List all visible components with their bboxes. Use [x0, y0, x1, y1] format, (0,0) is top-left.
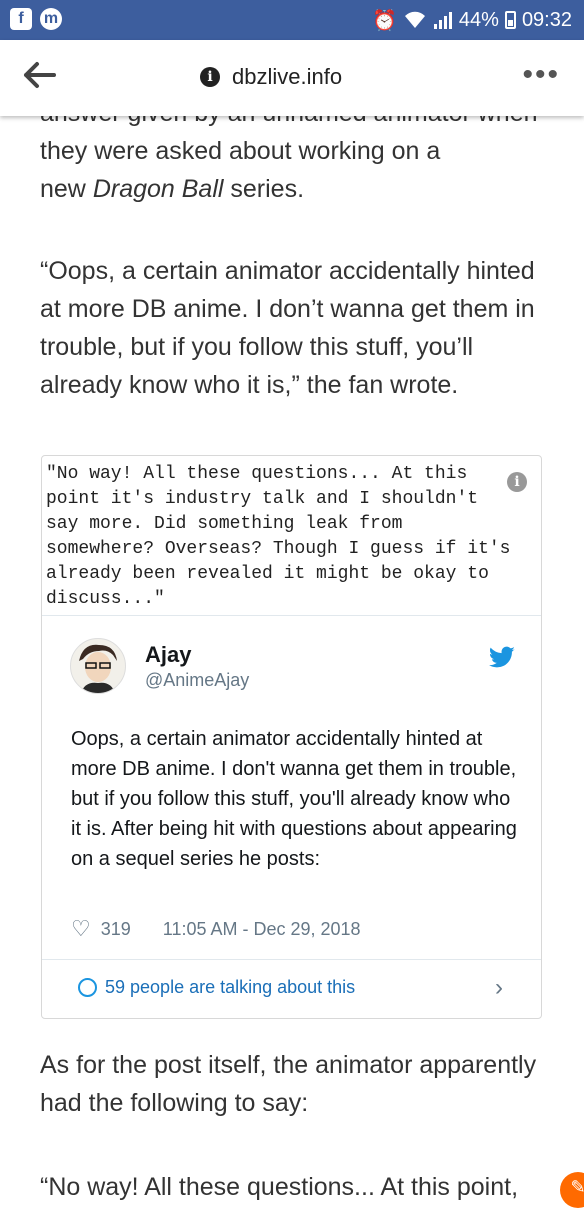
url-display[interactable]: i dbzlive.info [200, 64, 342, 90]
system-icons: ⏰ 44% 09:32 [372, 0, 572, 40]
tweet-author-handle[interactable]: @AnimeAjay [145, 670, 249, 691]
messenger-icon: m [40, 8, 62, 30]
p1-italic-title: Dragon Ball [92, 175, 224, 203]
avatar[interactable] [70, 638, 126, 694]
tweet-conversation-link[interactable]: 59 people are talking about this [78, 977, 355, 998]
article-body: answer given by an unnamed animator when… [0, 116, 584, 1200]
p1-line2-post: series. [223, 175, 305, 203]
tweet-author-name[interactable]: Ajay [145, 642, 191, 668]
article-paragraph-1: they were asked about working on a new D… [40, 132, 550, 208]
article-paragraph-cut: answer given by an unnamed animator when [40, 116, 550, 132]
wifi-icon [404, 11, 425, 29]
status-bar: f m ⏰ 44% 09:32 [0, 0, 584, 40]
tweet-timestamp[interactable]: 11:05 AM - Dec 29, 2018 [163, 919, 361, 940]
heart-icon[interactable]: ♡ [71, 916, 91, 942]
floating-action-icon[interactable]: ✎ [560, 1172, 584, 1208]
tweet-text: Oops, a certain animator accidentally hi… [71, 728, 517, 870]
embedded-tweet[interactable]: "No way! All these questions... At this … [41, 455, 542, 1019]
tweet-conversation-text: 59 people are talking about this [105, 977, 356, 997]
p1-line2-pre: new [40, 175, 93, 203]
tweet-meta: ♡ 319 11:05 AM - Dec 29, 2018 [71, 916, 361, 942]
article-paragraph-4: “No way! All these questions... At this … [40, 1173, 519, 1200]
speech-bubble-icon [78, 978, 97, 997]
battery-percent: 44% [458, 8, 499, 31]
back-arrow-icon[interactable] [22, 60, 56, 97]
signal-icon [433, 12, 452, 29]
site-info-icon[interactable]: i [200, 67, 220, 87]
article-paragraph-3: As for the post itself, the animator app… [40, 1051, 537, 1117]
facebook-icon: f [10, 8, 32, 30]
url-text: dbzlive.info [232, 64, 343, 89]
notification-icons: f m [10, 8, 62, 30]
browser-address-bar: i dbzlive.info ••• [0, 40, 584, 116]
more-options-icon[interactable]: ••• [522, 58, 560, 92]
clock: 09:32 [521, 8, 572, 31]
tweet-like-count[interactable]: 319 [101, 919, 131, 940]
alarm-icon: ⏰ [372, 9, 397, 32]
tweet-info-icon[interactable]: i [507, 472, 527, 492]
article-paragraph-2: “Oops, a certain animator accidentally h… [40, 257, 535, 399]
twitter-bird-icon[interactable] [488, 646, 516, 670]
tweet-image-quote: "No way! All these questions... At this … [46, 464, 511, 609]
chevron-right-icon[interactable]: › [495, 974, 503, 1002]
tweet-footer-divider [42, 959, 541, 960]
p1-line1: they were asked about working on a [40, 137, 441, 165]
tweet-divider [42, 615, 541, 616]
battery-icon [504, 11, 516, 29]
